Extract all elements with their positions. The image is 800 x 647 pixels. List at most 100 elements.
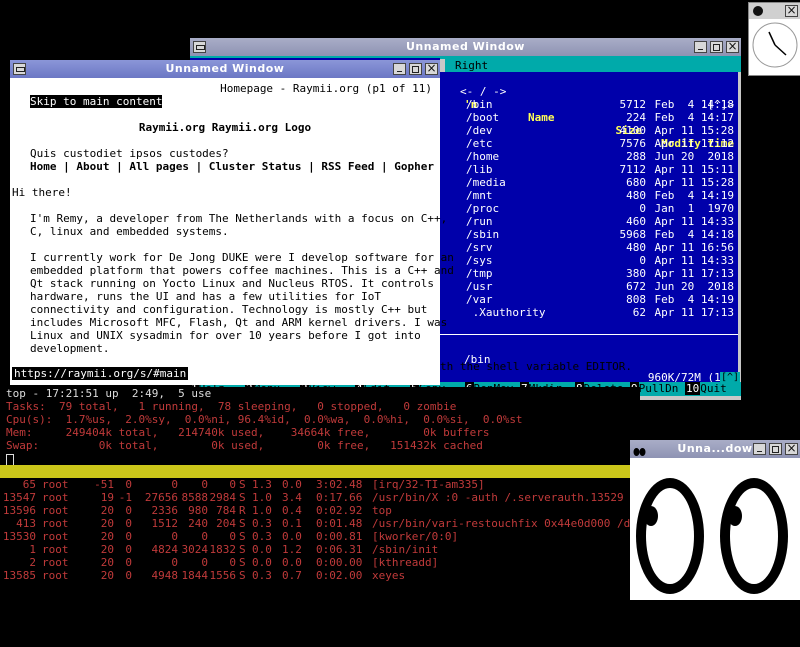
mc-file-row[interactable]: /boot 224 Feb 4 14:17	[440, 111, 738, 124]
mc-file-row[interactable]: /home 288 Jun 20 2018	[440, 150, 738, 163]
xeyes-titlebar[interactable]: Unna...dow	[630, 440, 800, 458]
close-icon[interactable]	[785, 3, 798, 17]
intro-line: C, linux and embedded systems.	[30, 225, 229, 238]
mc-right-panel[interactable]: <- / -> .[^]> 'n Name Size Modify time /…	[440, 72, 738, 384]
work-line: embedded platform that powers coffee mac…	[30, 264, 454, 277]
browser-content[interactable]: Homepage - Raymii.org (p1 of 11) Skip to…	[10, 78, 454, 385]
process-row[interactable]: 13547 root 19 -1 27656 8588 2984 S 1.0 3.4 0:17.66…	[0, 491, 640, 504]
skip-link[interactable]: Skip to main content	[30, 95, 163, 108]
page-heading: Homepage - Raymii.org (p1 of 11)	[220, 82, 432, 95]
mc-file-row[interactable]: /sys 0 Apr 11 14:33	[440, 254, 738, 267]
maximize-icon[interactable]	[409, 63, 422, 75]
mc-file-size: 62	[632, 306, 646, 319]
process-row[interactable]: 1 root 20 0 4824 3024 1832 S 0.0 1.2 0:06.31/sbin/…	[0, 543, 640, 556]
work-line: connectivity and configuration. Technolo…	[30, 303, 428, 316]
mc-file-name: /lib	[466, 163, 493, 176]
mc-file-size: 7576	[619, 137, 647, 150]
mc-file-row[interactable]: .Xauthority 62 Apr 11 17:13	[440, 306, 738, 319]
top-swap-line: Swap: 0k total, 0k used, 0k free, 151432…	[6, 439, 483, 452]
close-icon[interactable]	[785, 441, 798, 455]
mc-titlebar[interactable]: Unnamed Window	[190, 38, 741, 56]
maximize-icon[interactable]	[710, 41, 723, 53]
mc-file-row[interactable]: /etc 7576 Apr 11 17:12	[440, 137, 738, 150]
process-row[interactable]: 13585 root 20 0 4948 1844 1556 S 0.3 0.7 0:02.00 xe…	[0, 569, 640, 582]
process-row[interactable]: 413 root 20 0 1512 240 204 S 0.3 0.1 0:01.48/usr/b…	[0, 517, 657, 530]
process-row[interactable]: 13596 root 20 0 2336 980 784 R 1.0 0.4 0:02.92 top	[0, 504, 640, 517]
mc-file-time: Jun 20 2018	[654, 280, 734, 293]
minimize-icon[interactable]	[753, 443, 766, 455]
mc-file-time: Feb 4 14:19	[654, 189, 734, 202]
mc-file-size: 7112	[619, 163, 647, 176]
mc-file-name: /tmp	[466, 267, 493, 280]
mc-menu-right[interactable]: Right	[455, 59, 488, 72]
top-table-header: PID USER PR NI VIRT RES SHR S %CPU %MEM …	[0, 465, 640, 634]
mc-file-time: Apr 11 14:33	[654, 215, 734, 228]
mc-file-size: 224	[626, 111, 646, 124]
mc-file-row[interactable]: /run 460 Apr 11 14:33	[440, 215, 738, 228]
mc-file-row[interactable]: /sbin 5968 Feb 4 14:18	[440, 228, 738, 241]
mc-file-row[interactable]: /media 680 Apr 11 15:28	[440, 176, 738, 189]
mc-file-time: Apr 11 15:28	[654, 176, 734, 189]
mc-file-name: /proc	[466, 202, 500, 215]
mc-file-size: 480	[626, 189, 646, 202]
process-row[interactable]: 2 root 20 0 0 0 0 S 0.0 0.0 0:00.00 [kthreadd]	[0, 556, 640, 569]
clock-face-icon	[752, 22, 798, 68]
mc-fkey-10[interactable]: 10Quit	[685, 382, 740, 396]
mc-file-row[interactable]: /proc 0 Jan 1 1970	[440, 202, 738, 215]
site-nav[interactable]: Home | About | All pages | Cluster Statu…	[30, 160, 434, 173]
top-mem-line: Mem: 249404k total, 214740k used, 34664k…	[6, 426, 490, 439]
mc-file-time: Feb 4 14:17	[654, 111, 734, 124]
mc-file-size: 288	[626, 150, 646, 163]
close-icon[interactable]	[726, 39, 739, 53]
mc-file-name: /media	[466, 176, 506, 189]
mc-file-name: /sys	[466, 254, 493, 267]
mc-file-time: Apr 11 14:33	[654, 254, 734, 267]
top-cpu-line: Cpu(s): 1.7%us, 2.0%sy, 0.0%ni, 96.4%id,…	[6, 413, 523, 426]
mc-file-time: Jun 20 2018	[654, 150, 734, 163]
work-line: Linux and UNIX sysadmin for over 10 year…	[30, 329, 421, 342]
process-row[interactable]: 13530 root 20 0 0 0 0 S 0.3 0.0 0:00.81 [kworker/0:…	[0, 530, 640, 543]
mc-file-row[interactable]: /tmp 380 Apr 11 17:13	[440, 267, 738, 280]
mc-file-row[interactable]: /var 808 Feb 4 14:19	[440, 293, 738, 306]
minimize-icon[interactable]	[393, 63, 406, 75]
mc-file-time: Apr 11 16:56	[654, 241, 734, 254]
eyes-icon	[636, 478, 788, 594]
mc-file-time: Feb 4 14:19	[654, 293, 734, 306]
mc-file-name: /etc	[466, 137, 493, 150]
mc-file-name: /bin	[466, 98, 493, 111]
maximize-icon[interactable]	[769, 443, 782, 455]
site-motto: Quis custodiet ipsos custodes?	[30, 147, 229, 160]
mc-file-row[interactable]: /dev 4100 Apr 11 15:28	[440, 124, 738, 137]
work-line: development.	[30, 342, 110, 355]
mc-file-row[interactable]: /bin 5712 Feb 4 14:18	[440, 98, 738, 111]
xclock-window[interactable]	[748, 2, 800, 76]
mc-file-size: 0	[639, 202, 646, 215]
mc-file-name: /dev	[466, 124, 493, 137]
process-row[interactable]: 65 root -51 0 0 0 0 S 1.3 0.0 3:02.48 [irq/32-TI-am…	[0, 478, 640, 491]
clock-menu-icon[interactable]	[753, 6, 763, 16]
mc-window-title: Unnamed Window	[406, 40, 525, 53]
mc-file-row[interactable]: /lib 7112 Apr 11 15:11	[440, 163, 738, 176]
mc-menubar: Right	[445, 59, 741, 72]
mc-column-header[interactable]: 'n Name Size Modify time	[440, 85, 738, 150]
minimize-icon[interactable]	[694, 41, 707, 53]
mc-file-row[interactable]: /srv 480 Apr 11 16:56	[440, 241, 738, 254]
site-logo[interactable]: Raymii.org Raymii.org Logo	[10, 121, 440, 134]
work-line: Qt stack running on Yocto Linux and Nucl…	[30, 277, 434, 290]
browser-titlebar[interactable]: Unnamed Window	[10, 60, 440, 78]
top-tasks-line: Tasks: 79 total, 1 running, 78 sleeping,…	[6, 400, 457, 413]
browser-window[interactable]: Unnamed Window Homepage - Raymii.org (p1…	[10, 60, 454, 385]
mc-file-size: 672	[626, 280, 646, 293]
intro-line: I'm Remy, a developer from The Netherlan…	[30, 212, 448, 225]
greeting: Hi there!	[12, 186, 72, 199]
mc-file-row[interactable]: /usr 672 Jun 20 2018	[440, 280, 738, 293]
mc-file-size: 480	[626, 241, 646, 254]
xeyes-window[interactable]: Unna...dow	[630, 440, 800, 600]
top-terminal[interactable]: top - 17:21:51 up 2:49, 5 use Tasks: 79 …	[0, 387, 657, 634]
mc-file-name: /home	[466, 150, 500, 163]
mc-file-row[interactable]: /mnt 480 Feb 4 14:19	[440, 189, 738, 202]
mc-file-time: Feb 4 14:18	[654, 98, 734, 111]
close-icon[interactable]	[425, 61, 438, 75]
mc-file-name: /var	[466, 293, 493, 306]
mc-file-size: 460	[626, 215, 646, 228]
